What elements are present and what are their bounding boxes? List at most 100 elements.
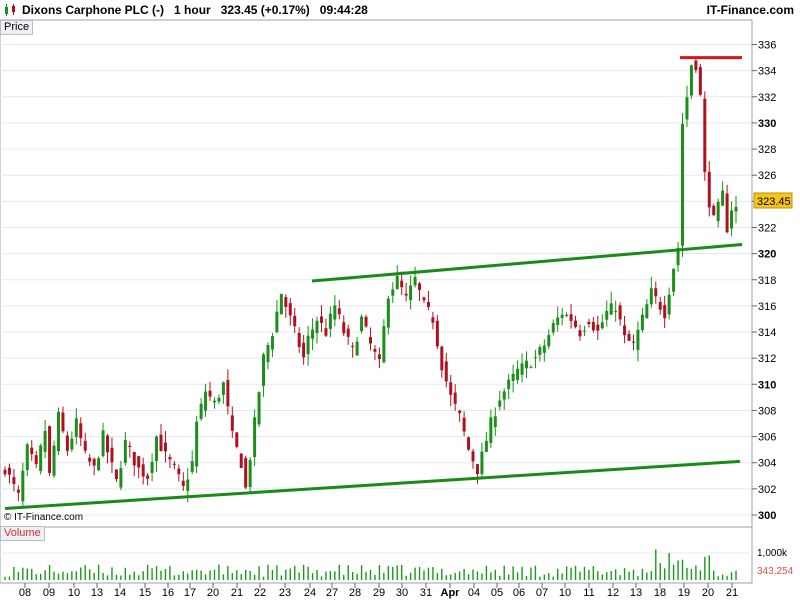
volume-bar [681,559,684,580]
volume-bar [195,569,198,580]
volume-bar [414,567,416,580]
candle-body [475,464,479,474]
candle-body [208,390,212,397]
volume-bar [302,564,305,580]
candle-body [493,416,497,427]
volume-bar [343,574,345,580]
volume-bar [708,555,710,580]
candle-body [631,341,635,343]
candle-body [141,464,145,477]
volume-bar [285,569,287,580]
candle-body [373,348,377,352]
volume-bar [160,570,162,580]
date-tick-label: 14 [114,587,126,599]
price-tick-label: 300 [758,510,776,522]
volume-bar [249,570,251,580]
candle-body [395,275,399,290]
volume-bar [476,571,479,580]
volume-bar [690,568,693,580]
volume-bar [298,572,300,580]
candle-body [199,403,203,419]
volume-bar [721,574,724,580]
price-panel-label: Price [0,20,34,35]
volume-bar [530,567,532,580]
candle-body [458,410,462,414]
candle-body [547,335,551,347]
candle-body [128,445,132,448]
volume-bar [365,571,367,580]
candle-body [181,480,185,486]
price-tick-label: 336 [758,40,776,52]
candle-body [190,461,194,472]
candle-body [163,442,167,452]
candle-body [293,315,297,327]
candle-body [591,322,595,331]
candle-body [574,320,578,327]
date-tick-label: 12 [607,587,619,599]
volume-bar [173,575,176,580]
candle-body [734,206,738,212]
volume-bar [187,573,189,580]
volume-bar [409,572,412,580]
candle-body [92,458,96,466]
candle-body [61,412,65,432]
candle-body [88,457,92,462]
candle-body [569,314,573,322]
volume-bar [543,574,546,580]
price-tick-label: 326 [758,170,776,182]
volume-bar [138,575,140,580]
candle-body [721,190,725,206]
price-tick-label: 310 [758,379,776,391]
candle-body [587,321,591,324]
candle-body [672,268,676,292]
candle [244,455,248,490]
volume-bar [316,569,318,580]
date-tick-label: 31 [420,587,432,599]
date-tick-label: 20 [207,587,219,599]
volume-bar [329,571,332,580]
volume-bar [383,572,385,580]
volume-bar [66,573,69,580]
candle-body [471,451,475,462]
date-tick-label: 06 [513,587,525,599]
volume-bar [227,566,229,580]
volume-bar [619,575,621,580]
volume-bar [601,574,603,580]
volume-bar [267,564,269,580]
volume-bar [97,564,100,580]
volume-bar [111,567,113,580]
candle-body [34,455,38,465]
candle-body [694,60,698,71]
volume-bar [614,569,617,580]
candle-body [377,354,381,359]
candle-body [306,335,310,355]
volume-bar [548,573,550,580]
candle-body [409,285,413,301]
volume-bar [311,573,314,580]
volume-bar [356,573,358,580]
volume-bar [565,566,568,580]
chart-canvas[interactable]: 3003023043063083103123143163183203223243… [0,0,800,600]
volume-bar [686,567,688,580]
candle-body [106,435,110,453]
candle-body [7,467,11,475]
candle [360,314,364,334]
candle-body [159,434,163,452]
candle-body [640,314,644,331]
volume-bar [592,566,595,580]
candle-body [324,328,328,336]
volume-bar [151,568,153,580]
price-tick-label: 332 [758,92,776,104]
candle-body [12,477,16,484]
candle-body [716,201,720,222]
candle-body [253,417,257,457]
volume-bar [182,571,184,580]
volume-bar [13,566,15,580]
candle-body [507,379,511,389]
volume-bar [458,571,461,580]
candle [703,91,707,181]
date-tick-label: 27 [326,587,338,599]
volume-bar [423,570,425,580]
price-tick-label: 312 [758,353,776,365]
candle-body [623,325,627,336]
